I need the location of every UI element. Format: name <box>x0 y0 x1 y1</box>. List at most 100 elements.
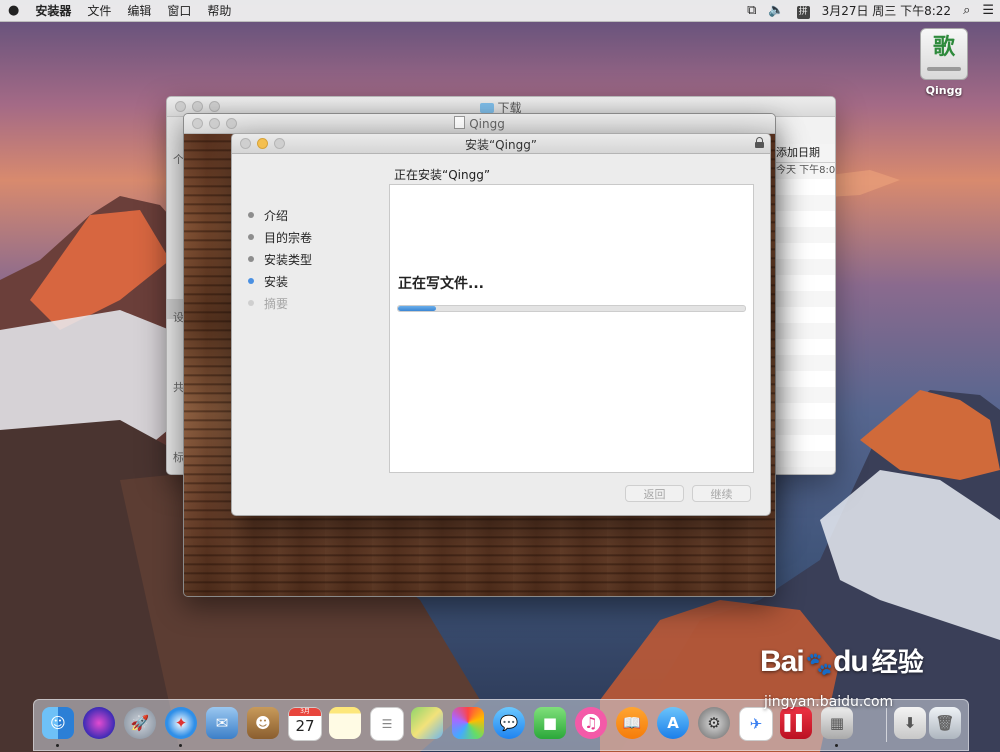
dock-launchpad-icon[interactable]: 🚀 <box>124 707 156 739</box>
apple-menu-icon[interactable]: ● <box>0 3 27 18</box>
menu-window[interactable]: 窗口 <box>159 2 199 19</box>
dock-finder-icon[interactable]: ☺ <box>42 707 74 739</box>
dock-trash-icon[interactable]: 🗑 <box>929 707 961 739</box>
dmg-window-title: Qingg <box>184 116 775 131</box>
folder-icon <box>480 103 495 113</box>
menu-edit[interactable]: 编辑 <box>119 2 159 19</box>
list-item <box>772 419 835 435</box>
menu-app-name[interactable]: 安装器 <box>27 2 79 19</box>
step-bullet-icon <box>248 212 254 218</box>
calendar-day: 27 <box>295 717 315 735</box>
step-destination: 目的宗卷 <box>248 226 312 248</box>
list-item <box>772 387 835 403</box>
dock-system-preferences-icon[interactable]: ⚙ <box>698 707 730 739</box>
list-item <box>772 195 835 211</box>
dock-app-store-icon[interactable]: A <box>657 707 689 739</box>
step-label: 目的宗卷 <box>264 230 313 245</box>
baidu-jingyan-watermark: Bai🐾du 经验 jingyan.baidu.com <box>760 642 924 710</box>
menu-file[interactable]: 文件 <box>79 2 119 19</box>
install-status-text: 正在写文件... <box>398 276 484 292</box>
list-item <box>772 179 835 195</box>
dock-mail-icon[interactable]: ✉ <box>206 707 238 739</box>
running-indicator <box>835 744 838 747</box>
menu-clock[interactable]: 3月27日 周三 下午8:22 <box>816 2 957 19</box>
watermark-brand: Bai <box>760 645 805 678</box>
screen-mirroring-icon[interactable]: ⧉ <box>741 3 762 18</box>
installer-window-title: 安装“Qingg” <box>464 138 538 152</box>
dock-siri-icon[interactable] <box>83 707 115 739</box>
step-bullet-icon <box>248 300 254 306</box>
disk-image-glyph-icon: 歌 <box>920 28 968 80</box>
watermark-brand-suffix: du <box>833 645 869 678</box>
dock-parallels-icon[interactable]: ▌▌ <box>780 707 812 739</box>
list-item <box>772 451 835 467</box>
qingg-logo-icon: 歌 <box>932 35 955 60</box>
list-item <box>772 307 835 323</box>
list-item <box>772 243 835 259</box>
dock-maps-icon[interactable] <box>411 707 443 739</box>
install-progress-fill <box>398 306 437 311</box>
finder-file-list: 添加日期 今天 下午8:02 <box>772 144 835 474</box>
step-bullet-icon <box>248 256 254 262</box>
step-label: 摘要 <box>264 296 289 311</box>
dock-separator <box>886 708 887 742</box>
list-item <box>772 355 835 371</box>
installer-heading: 正在安装“Qingg” <box>394 168 491 182</box>
list-item <box>772 259 835 275</box>
disk-slot <box>927 67 961 71</box>
desktop-disk-image-icon[interactable]: 歌 Qingg <box>918 28 970 97</box>
dmg-title-bar[interactable]: Qingg <box>184 114 775 134</box>
list-item <box>772 371 835 387</box>
dock-contacts-icon[interactable]: ☻ <box>247 707 279 739</box>
dock-messages-icon[interactable]: 💬 <box>493 707 525 739</box>
dock-ibooks-icon[interactable]: 📖 <box>616 707 648 739</box>
installer-steps-list: 介绍 目的宗卷 安装类型 安装 摘要 <box>248 204 312 314</box>
desktop-icon-label: Qingg <box>925 84 963 97</box>
column-header-date-added[interactable]: 添加日期 <box>772 144 835 163</box>
dock-safari-icon[interactable]: ✦ <box>165 707 197 739</box>
install-progress-bar <box>397 305 746 312</box>
list-item <box>772 403 835 419</box>
volume-icon[interactable]: 🔈 <box>762 3 790 18</box>
dock-reminders-icon[interactable]: ☰ <box>370 707 404 741</box>
step-label: 安装类型 <box>264 252 313 267</box>
input-method-menu[interactable]: 拼 <box>791 3 816 19</box>
step-introduction: 介绍 <box>248 204 312 226</box>
step-bullet-icon <box>248 234 254 240</box>
calendar-month: 3月 <box>289 708 321 716</box>
list-item <box>772 227 835 243</box>
dock-feishu-icon[interactable]: ✈ <box>739 707 773 741</box>
running-indicator <box>179 744 182 747</box>
back-button[interactable]: 返回 <box>625 485 684 502</box>
dock-notes-icon[interactable] <box>329 707 361 739</box>
list-item <box>772 435 835 451</box>
notification-center-icon[interactable]: ☰ <box>976 3 1000 18</box>
baidu-paw-icon: 🐾 <box>805 652 834 677</box>
document-icon <box>454 116 466 129</box>
input-method-label: 拼 <box>796 5 810 19</box>
dock-facetime-icon[interactable]: ■ <box>534 707 566 739</box>
list-item[interactable]: 今天 下午8:02 <box>772 163 835 179</box>
dock-downloads-icon[interactable]: ⬇ <box>894 707 926 739</box>
list-item <box>772 291 835 307</box>
installer-window[interactable]: 安装“Qingg” 介绍 目的宗卷 安装类型 安装 摘要 正在安装“Qingg”… <box>231 133 771 516</box>
dock-itunes-icon[interactable]: ♫ <box>575 707 607 739</box>
running-indicator <box>56 744 59 747</box>
installer-title-bar[interactable]: 安装“Qingg” <box>232 134 770 154</box>
step-installation-type: 安装类型 <box>248 248 312 270</box>
installer-content-pane: 正在写文件... <box>389 184 754 473</box>
dock-calendar-icon[interactable]: 3月 27 <box>288 707 322 741</box>
dock-photos-icon[interactable] <box>452 707 484 739</box>
step-label: 介绍 <box>264 208 289 223</box>
dock-installer-icon[interactable]: ▦ <box>821 707 853 739</box>
step-label: 安装 <box>264 274 289 289</box>
menu-help[interactable]: 帮助 <box>199 2 239 19</box>
watermark-suffix: 经验 <box>871 648 924 678</box>
continue-button[interactable]: 继续 <box>692 485 751 502</box>
list-item <box>772 211 835 227</box>
lock-icon <box>755 137 764 148</box>
step-install: 安装 <box>248 270 312 292</box>
watermark-url: jingyan.baidu.com <box>764 694 894 710</box>
spotlight-search-icon[interactable]: ⌕ <box>957 3 976 18</box>
list-item <box>772 339 835 355</box>
